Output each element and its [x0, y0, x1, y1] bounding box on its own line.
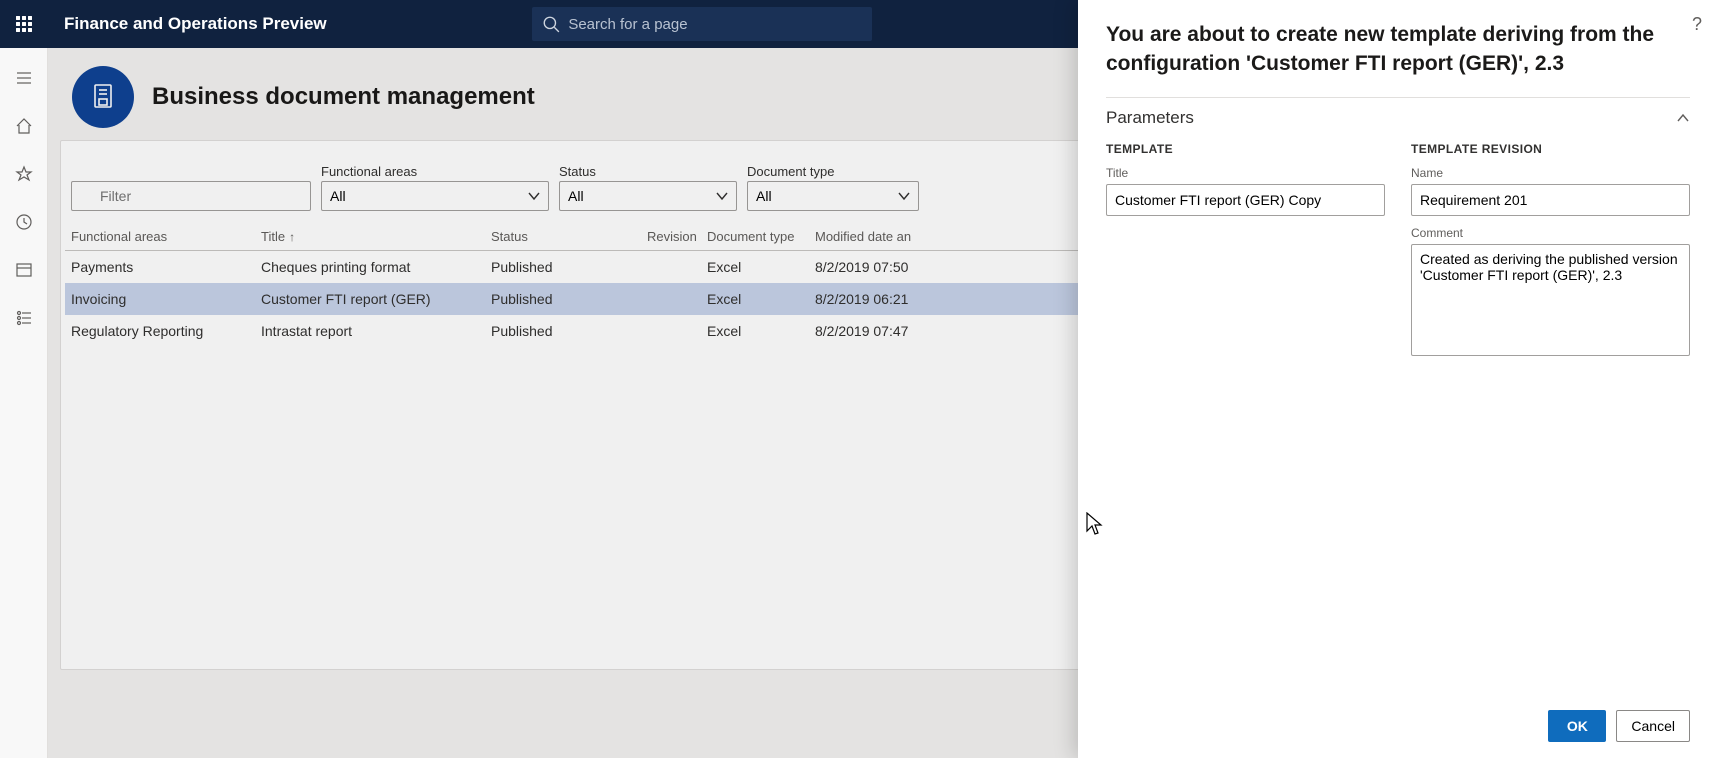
chevron-up-icon	[1676, 111, 1690, 125]
title-input[interactable]	[1106, 184, 1385, 216]
flyout-footer: OK Cancel	[1106, 700, 1690, 742]
ok-button[interactable]: OK	[1548, 710, 1606, 742]
search-input[interactable]	[532, 7, 872, 41]
app-launcher-button[interactable]	[0, 0, 48, 48]
parameters-fields: TEMPLATE Title TEMPLATE REVISION Name Co…	[1106, 142, 1690, 359]
workspaces-button[interactable]	[10, 256, 38, 284]
revision-column: TEMPLATE REVISION Name Comment	[1411, 142, 1690, 359]
app-title: Finance and Operations Preview	[64, 14, 327, 34]
favorites-button[interactable]	[10, 160, 38, 188]
hamburger-button[interactable]	[10, 64, 38, 92]
search-icon	[542, 15, 560, 33]
modules-button[interactable]	[10, 304, 38, 332]
cancel-button[interactable]: Cancel	[1616, 710, 1690, 742]
left-rail	[0, 48, 48, 758]
home-button[interactable]	[10, 112, 38, 140]
comment-textarea[interactable]	[1411, 244, 1690, 356]
template-column: TEMPLATE Title	[1106, 142, 1385, 359]
help-button[interactable]: ?	[1692, 14, 1702, 35]
parameters-label: Parameters	[1106, 108, 1194, 128]
title-field-label: Title	[1106, 166, 1385, 180]
name-field-label: Name	[1411, 166, 1690, 180]
waffle-icon	[16, 16, 32, 32]
template-subhead: TEMPLATE	[1106, 142, 1385, 156]
name-input[interactable]	[1411, 184, 1690, 216]
create-template-flyout: ? You are about to create new template d…	[1078, 0, 1718, 758]
search-wrap	[532, 7, 872, 41]
recent-button[interactable]	[10, 208, 38, 236]
cursor-icon	[1086, 512, 1104, 538]
revision-subhead: TEMPLATE REVISION	[1411, 142, 1690, 156]
comment-field-label: Comment	[1411, 226, 1690, 240]
parameters-section-toggle[interactable]: Parameters	[1106, 97, 1690, 142]
flyout-heading: You are about to create new template der…	[1106, 20, 1690, 97]
